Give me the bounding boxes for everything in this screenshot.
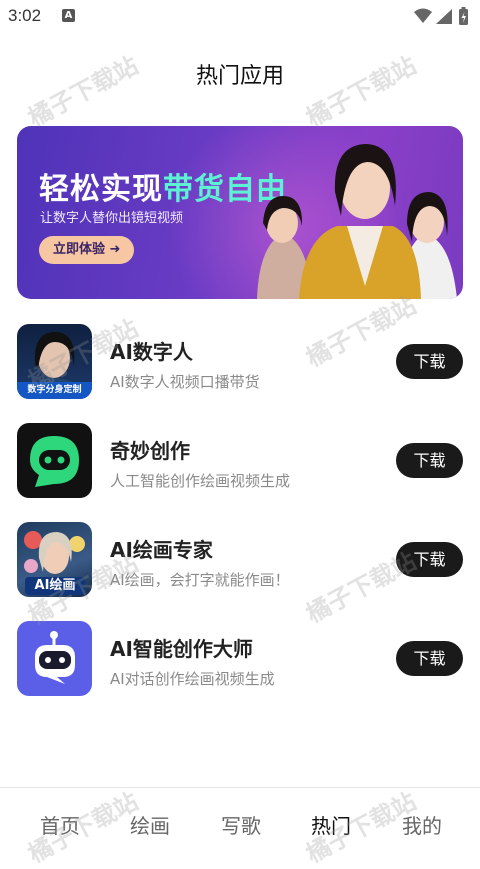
- digital-human-app-icon[interactable]: 数字分身定制: [17, 324, 92, 399]
- app-description: AI绘画，会打字就能作画！: [110, 571, 290, 589]
- app-description: 人工智能创作绘画视频生成: [110, 472, 291, 490]
- painting-icon-label: AI绘画: [25, 577, 85, 595]
- app-description: AI对话创作绘画视频生成: [110, 670, 275, 688]
- download-button[interactable]: 下载: [396, 344, 463, 379]
- list-item[interactable]: 奇妙创作 人工智能创作绘画视频生成 下载: [0, 419, 480, 499]
- banner-models-illustration: [257, 144, 457, 299]
- download-button[interactable]: 下载: [396, 542, 463, 577]
- page-title: 热门应用: [195, 64, 284, 89]
- a-letter-icon: A: [62, 9, 75, 22]
- app-name: AI绘画专家: [110, 538, 213, 562]
- promo-banner[interactable]: 轻松实现带货自由 让数字人替你出镜短视频 立即体验 ➜: [17, 126, 463, 299]
- status-time: 3:02: [8, 6, 42, 25]
- bottom-tab-bar: 首页 绘画 写歌 热门 我的: [0, 787, 480, 856]
- model-center-figure: [299, 144, 421, 299]
- tab-home[interactable]: 首页: [12, 810, 108, 839]
- signal-icon: [436, 9, 452, 24]
- creation-app-icon[interactable]: [17, 423, 92, 498]
- app-name: 奇妙创作: [110, 439, 190, 463]
- tab-songwriting[interactable]: 写歌: [193, 810, 289, 839]
- app-name: AI智能创作大师: [110, 637, 253, 661]
- tab-hot[interactable]: 热门: [283, 810, 379, 839]
- list-item[interactable]: AI智能创作大师 AI对话创作绘画视频生成 下载: [0, 617, 480, 697]
- digital-human-icon-label: 数字分身定制: [17, 382, 92, 399]
- list-item[interactable]: AI绘画 AI绘画专家 AI绘画，会打字就能作画！ 下载: [0, 518, 480, 598]
- tab-mine[interactable]: 我的: [374, 810, 470, 839]
- list-item[interactable]: 数字分身定制 AI数字人 AI数字人视频口播带货 下载: [0, 320, 480, 400]
- app-name: AI数字人: [110, 340, 193, 364]
- app-description: AI数字人视频口播带货: [110, 373, 260, 391]
- chat-robot-icon: [30, 436, 79, 487]
- creation-master-app-icon[interactable]: [17, 621, 92, 696]
- wifi-icon: [414, 8, 432, 23]
- tab-painting[interactable]: 绘画: [102, 810, 198, 839]
- status-bar: 3:02 A: [0, 0, 480, 34]
- robot-head-icon: [35, 631, 75, 684]
- painting-app-icon[interactable]: AI绘画: [17, 522, 92, 597]
- download-button[interactable]: 下载: [396, 641, 463, 676]
- system-icons: [414, 7, 468, 25]
- download-button[interactable]: 下载: [396, 443, 463, 478]
